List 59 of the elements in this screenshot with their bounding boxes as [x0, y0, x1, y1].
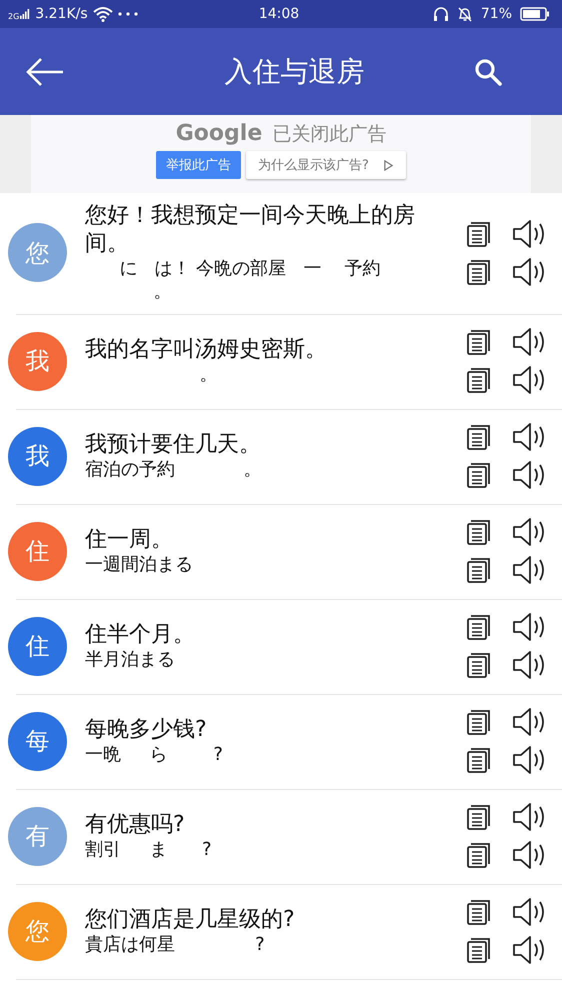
chinese-phrase: 住半个月。	[85, 620, 195, 648]
chinese-phrase: 有优惠吗?	[85, 810, 185, 838]
chinese-phrase: 您们酒店是几星级的?	[85, 906, 295, 934]
bell-off-icon	[456, 6, 473, 22]
copy-icon[interactable]	[466, 556, 492, 584]
copy-icon[interactable]	[466, 258, 492, 286]
copy-icon[interactable]	[466, 803, 492, 832]
chinese-phrase: 您好！我想预定一间今天晚上的房间。	[85, 202, 416, 257]
copy-icon[interactable]	[466, 461, 492, 490]
chinese-phrase: 每晚多少钱?	[85, 716, 207, 744]
japanese-translation: 宿泊の予約 。	[85, 458, 262, 482]
ad-closed-message: 已关闭此广告	[272, 122, 386, 147]
avatar-badge: 住	[8, 522, 67, 581]
report-ad-button[interactable]: 举报此广告	[156, 151, 242, 179]
ad-brand: Google	[176, 121, 262, 146]
chinese-phrase: 住一周。	[85, 526, 173, 554]
copy-icon[interactable]	[466, 220, 492, 248]
signal-icon	[20, 8, 30, 20]
battery-percent: 71%	[480, 6, 512, 22]
avatar-badge: 您	[8, 902, 67, 961]
avatar-badge: 您	[8, 223, 67, 282]
japanese-translation: 貴店は何星 ?	[85, 933, 265, 957]
copy-icon[interactable]	[466, 518, 492, 546]
copy-icon[interactable]	[466, 423, 492, 452]
avatar-badge: 住	[8, 616, 67, 676]
japanese-translation: 一週間泊まる	[85, 553, 193, 577]
japanese-translation: 。	[152, 280, 172, 304]
copy-icon[interactable]	[466, 936, 492, 964]
japanese-translation: 。	[198, 363, 218, 387]
page-title: 入住与退房	[224, 54, 366, 90]
more-icon	[118, 12, 138, 16]
copy-icon[interactable]	[466, 708, 492, 736]
copy-icon[interactable]	[466, 746, 492, 774]
avatar-badge: 有	[8, 806, 67, 866]
japanese-translation: に は！ 今晩の部屋 一 予約	[118, 257, 380, 280]
avatar-badge: 我	[8, 332, 67, 391]
network-speed: 3.21K/s	[35, 6, 88, 22]
copy-icon[interactable]	[466, 613, 492, 642]
headphones-icon	[432, 6, 449, 22]
japanese-translation: 一晩 ら ?	[85, 743, 223, 767]
chinese-phrase: 我的名字叫汤姆史密斯。	[85, 336, 327, 364]
battery-icon	[520, 7, 550, 21]
copy-icon[interactable]	[466, 898, 492, 926]
chinese-phrase: 我预计要住几天。	[85, 430, 261, 458]
back-arrow-icon[interactable]	[25, 56, 65, 86]
wifi-icon	[92, 6, 113, 22]
avatar-badge: 我	[8, 426, 67, 486]
network-type: 2G	[8, 12, 20, 21]
search-icon[interactable]	[474, 58, 502, 86]
why-this-ad-button[interactable]: 为什么显示该广告?	[246, 151, 406, 179]
copy-icon[interactable]	[466, 841, 492, 870]
copy-icon[interactable]	[466, 328, 492, 356]
copy-icon[interactable]	[466, 651, 492, 680]
japanese-translation: 半月泊まる	[85, 648, 175, 672]
copy-icon[interactable]	[466, 366, 492, 394]
play-icon	[382, 160, 394, 170]
japanese-translation: 割引 ま ?	[85, 838, 212, 862]
avatar-badge: 每	[8, 712, 67, 771]
clock: 14:08	[258, 6, 300, 22]
